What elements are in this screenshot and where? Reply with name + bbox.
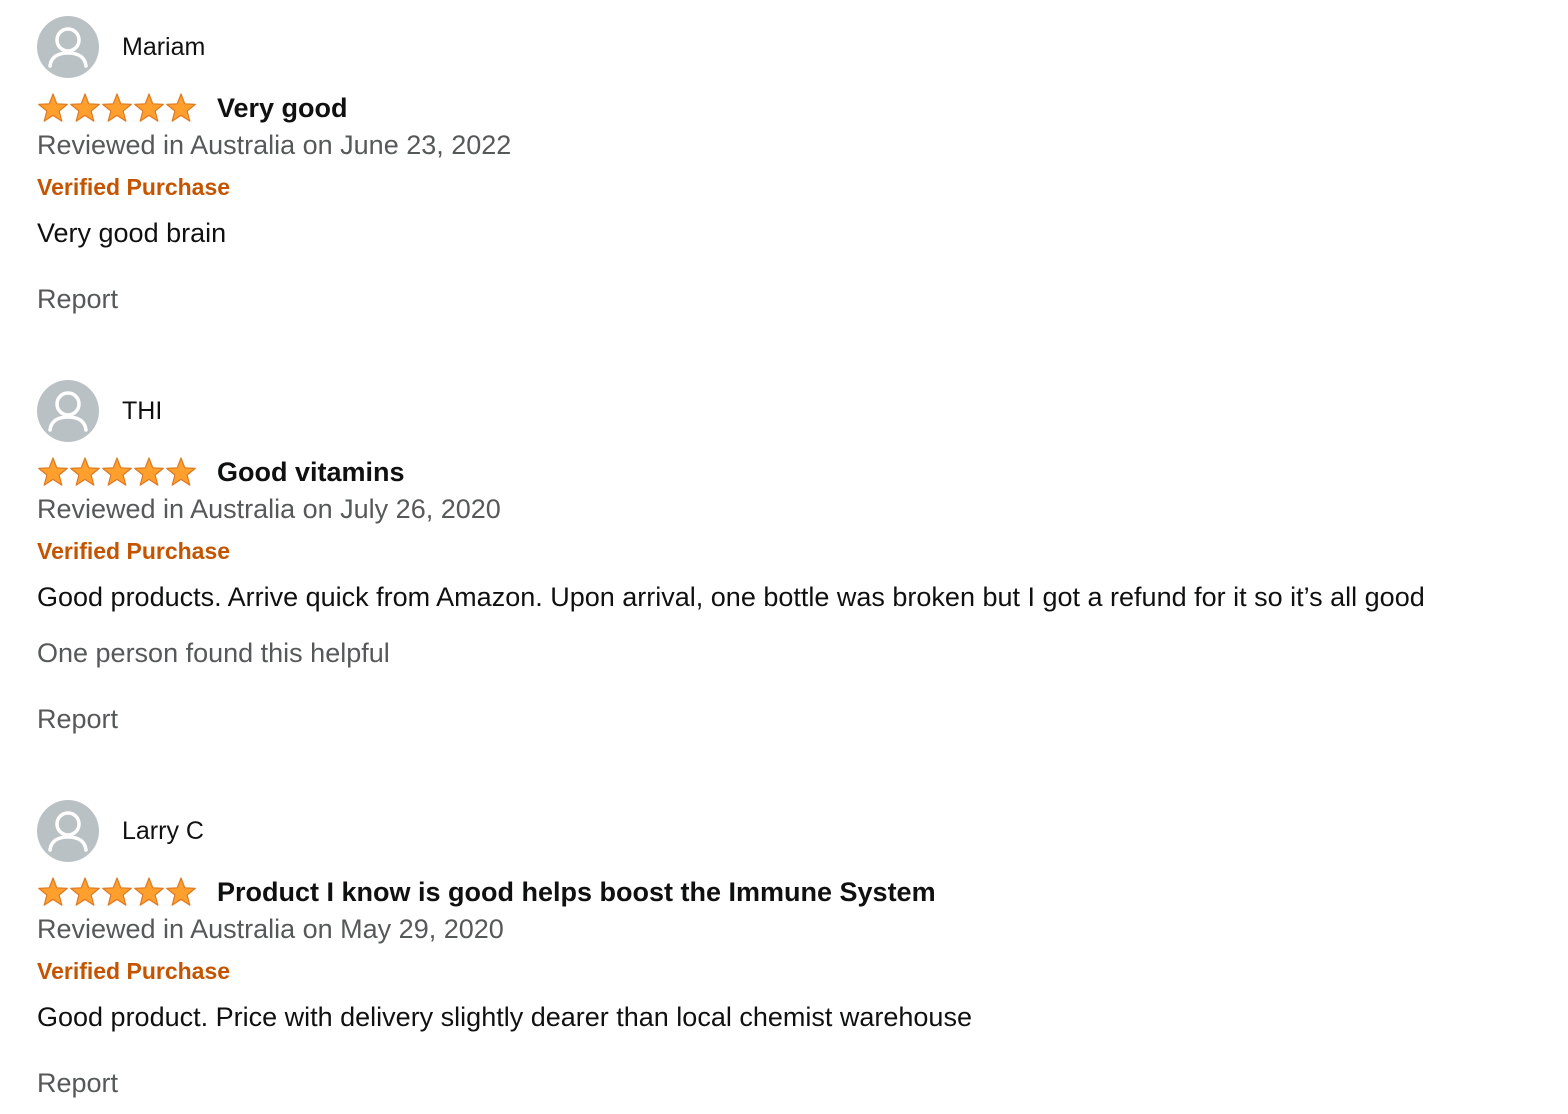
star-icon [38,877,68,906]
review-title[interactable]: Product I know is good helps boost the I… [217,877,936,908]
star-icon [102,877,132,906]
star-icon [102,93,132,122]
star-icon [134,877,164,906]
star-icon [102,457,132,486]
star-icon [70,93,100,122]
rating-line: Very good [37,90,348,126]
reviewer-profile[interactable]: THI [37,380,162,442]
report-link[interactable]: Report [37,284,118,315]
helpful-count: One person found this helpful [37,638,390,668]
reviewer-name: Larry C [122,816,204,845]
verified-purchase-badge: Verified Purchase [37,958,231,984]
rating-line: Good vitamins [37,454,405,490]
review-body: Very good brain [37,218,227,248]
star-icon [70,877,100,906]
review-date: Reviewed in Australia on July 26, 2020 [37,494,501,524]
star-rating[interactable] [37,457,197,487]
star-icon [166,457,196,486]
star-icon [38,93,68,122]
star-icon [38,457,68,486]
reviewer-name: Mariam [122,32,206,61]
star-rating[interactable] [37,877,197,907]
reviewer-profile[interactable]: Larry C [37,800,204,862]
star-icon [166,877,196,906]
star-icon [166,93,196,122]
report-link[interactable]: Report [37,1068,118,1099]
verified-purchase-badge: Verified Purchase [37,174,231,200]
verified-purchase-badge: Verified Purchase [37,538,231,564]
review-body: Good product. Price with delivery slight… [37,1002,972,1032]
review-date: Reviewed in Australia on June 23, 2022 [37,130,512,160]
reviewer-profile[interactable]: Mariam [37,16,205,78]
review-date: Reviewed in Australia on May 29, 2020 [37,914,504,944]
user-avatar-icon [37,800,99,862]
review-title[interactable]: Good vitamins [217,457,405,488]
review-title[interactable]: Very good [217,93,348,124]
user-avatar-icon [37,16,99,78]
star-icon [134,457,164,486]
report-link[interactable]: Report [37,704,118,735]
star-icon [70,457,100,486]
review-body: Good products. Arrive quick from Amazon.… [37,582,1425,612]
reviewer-name: THI [122,396,163,425]
user-avatar-icon [37,380,99,442]
star-rating[interactable] [37,93,197,123]
star-icon [134,93,164,122]
rating-line: Product I know is good helps boost the I… [37,874,936,910]
